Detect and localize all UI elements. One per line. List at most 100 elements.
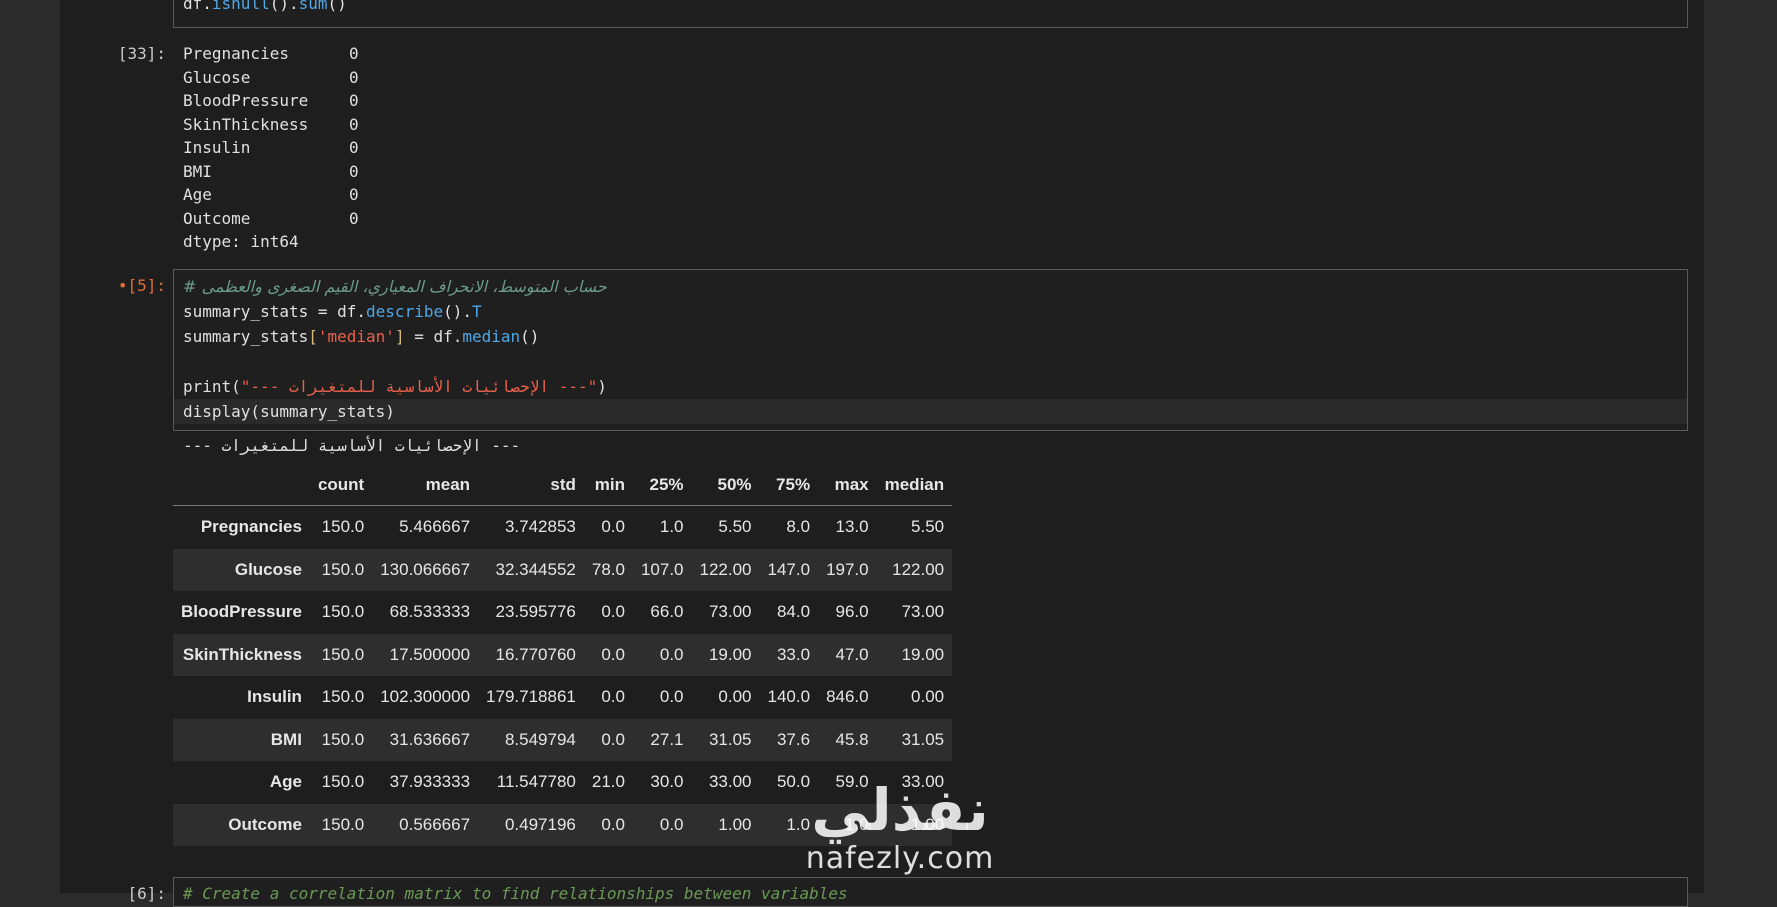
- column-header: min: [583, 465, 633, 506]
- table-cell: 16.770760: [495, 644, 576, 664]
- code-token: ().: [443, 302, 472, 321]
- table-row: Glucose 150.0 130.066667 32.344552 78.0 107.0…: [173, 548, 953, 591]
- table-cell: 84.0: [776, 602, 811, 622]
- watermark-latin: nafezly.com: [805, 841, 995, 876]
- table-cell: 1.0: [659, 517, 684, 537]
- table-cell: 13.0: [835, 517, 869, 537]
- table-cell: 150.0: [321, 644, 365, 664]
- table-cell: 19.00: [901, 644, 945, 664]
- code-token: print(: [183, 377, 241, 396]
- table-cell: 23.595776: [495, 602, 576, 622]
- output-dtype: dtype: int64: [183, 232, 299, 251]
- code-line: summary_stats = df.describe().T: [174, 299, 1687, 324]
- code-token: display(summary_stats): [183, 402, 395, 421]
- table-cell: 0.00: [718, 687, 752, 707]
- cell-prompt-5: •[5]:: [117, 276, 166, 295]
- table-cell: 0.0: [659, 814, 684, 834]
- table-cell: 0.497196: [504, 814, 576, 834]
- code-line: print("--- الإحصائيات الأساسية للمتغيرات…: [174, 374, 1687, 399]
- table-cell: 45.8: [835, 729, 869, 749]
- table-cell: 0.0: [601, 687, 625, 707]
- output-row-name: BloodPressure: [183, 91, 309, 110]
- code-line: summary_stats['median'] = df.median(): [174, 324, 1687, 349]
- output-row-value: 0: [349, 208, 359, 228]
- table-cell: 150.0: [321, 814, 365, 834]
- output-row-value: 0: [349, 185, 359, 204]
- table-cell: 5.466667: [399, 517, 471, 537]
- output-row-value: 0: [349, 138, 359, 157]
- table-cell: 11.547780: [496, 772, 576, 792]
- output-row-name: Age: [183, 185, 212, 204]
- code-token: isnull: [211, 0, 270, 13]
- table-cell: 130.066667: [380, 559, 471, 579]
- table-cell: 8.549794: [504, 729, 576, 749]
- output-row-name: Insulin: [183, 138, 251, 157]
- table-cell: 31.636667: [389, 729, 471, 749]
- output-row-name: BMI: [183, 161, 212, 181]
- output-row-value: 0: [349, 161, 359, 181]
- table-cell: 31.05: [901, 729, 945, 749]
- table-cell: 197.0: [826, 559, 869, 579]
- code-token: ().: [269, 0, 299, 13]
- code-comment: # حساب المتوسط، الانحراف المعياري، القيم…: [183, 277, 607, 296]
- table-cell: 5.50: [718, 517, 752, 537]
- table-cell: 68.533333: [389, 602, 471, 622]
- table-cell: 37.6: [776, 729, 811, 749]
- output-row: BMI 0: [183, 160, 379, 184]
- table-cell: 0.00: [911, 687, 945, 707]
- table-cell: 140.0: [767, 687, 811, 707]
- table-cell: 19.00: [708, 644, 752, 664]
- row-label: BloodPressure: [181, 602, 302, 622]
- output-row-value: 0: [349, 44, 359, 63]
- table-row: Pregnancies 150.0 5.466667 3.742853 0.0 1.0 5.…: [173, 506, 952, 549]
- table-cell: 1.00: [718, 814, 752, 834]
- code-cell-summary[interactable]: # حساب المتوسط، الانحراف المعياري، القيم…: [173, 269, 1688, 431]
- table-cell: 150.0: [321, 772, 365, 792]
- column-header: 75%: [759, 465, 819, 506]
- row-label: Glucose: [234, 559, 302, 579]
- output-row: Glucose 0: [183, 66, 379, 90]
- code-token: 'median': [317, 327, 395, 346]
- table-cell: 150.0: [321, 602, 365, 622]
- output-row-name: Glucose: [183, 67, 251, 87]
- code-token: ): [597, 377, 607, 396]
- code-token: median: [462, 327, 521, 346]
- column-header: count: [309, 465, 373, 506]
- code-token: T: [472, 302, 482, 321]
- table-cell: 37.933333: [389, 772, 471, 792]
- row-label: SkinThickness: [182, 644, 302, 664]
- table-cell: 21.0: [591, 772, 625, 792]
- table-cell: 3.742853: [504, 517, 576, 537]
- code-token: summary_stats: [183, 327, 309, 346]
- table-cell: 31.05: [708, 729, 752, 749]
- table-cell: 122.00: [892, 559, 945, 579]
- column-header: mean: [372, 465, 479, 506]
- column-header: max: [818, 465, 877, 506]
- output-row-name: Pregnancies: [183, 44, 289, 63]
- table-cell: 0.0: [601, 814, 625, 834]
- table-cell: 96.0: [835, 602, 869, 622]
- table-cell: 150.0: [321, 559, 365, 579]
- table-cell: 5.50: [911, 517, 945, 537]
- code-cell-correlation[interactable]: # Create a correlation matrix to find re…: [173, 877, 1688, 907]
- column-header: 50%: [691, 465, 760, 506]
- table-cell: 150.0: [321, 729, 365, 749]
- column-header: median: [876, 465, 953, 506]
- output-row: Pregnancies 0: [183, 42, 379, 66]
- table-cell: 33.0: [776, 644, 811, 664]
- code-token: (): [520, 327, 540, 346]
- code-token: (): [327, 0, 347, 13]
- code-token: "--- الإحصائيات الأساسية للمتغيرات ---": [240, 377, 598, 396]
- table-cell: 122.00: [699, 559, 752, 579]
- output-row-value: 0: [349, 91, 359, 110]
- table-cell: 0.0: [601, 644, 625, 664]
- table-cell: 0.566667: [399, 814, 471, 834]
- row-label: Outcome: [228, 814, 302, 834]
- table-cell: 846.0: [826, 687, 869, 707]
- code-token: df.: [183, 0, 212, 13]
- watermark-arabic: نفذلي: [811, 776, 989, 844]
- table-cell: 0.0: [601, 729, 625, 749]
- code-cell-isnull[interactable]: df.isnull().sum(): [173, 0, 1688, 28]
- table-cell: 150.0: [321, 517, 365, 537]
